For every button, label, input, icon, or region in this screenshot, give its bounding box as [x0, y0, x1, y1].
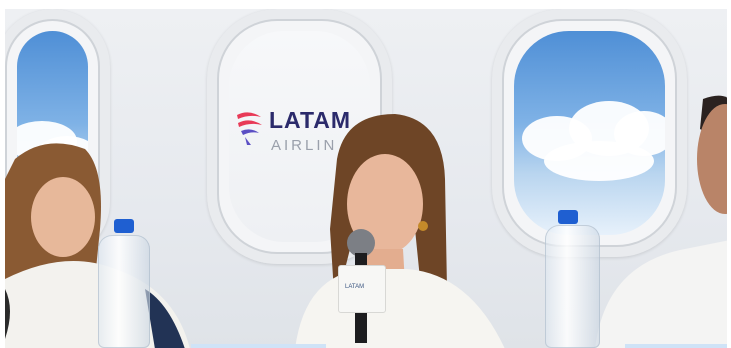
man-right — [595, 95, 727, 348]
bottle-cap — [114, 219, 134, 233]
woman-center-speaker — [295, 114, 505, 348]
table-edge — [625, 344, 727, 348]
water-bottle — [98, 235, 150, 348]
press-conference-photo: LATAM AIRLIN LATAM — [5, 9, 727, 348]
table-edge — [191, 344, 326, 348]
water-bottle — [545, 225, 600, 348]
latam-symbol-icon — [237, 112, 262, 145]
microphone-branding-cube: LATAM — [338, 265, 386, 313]
bottle-cap — [558, 210, 578, 224]
microphone-cube-label: LATAM — [345, 284, 365, 290]
